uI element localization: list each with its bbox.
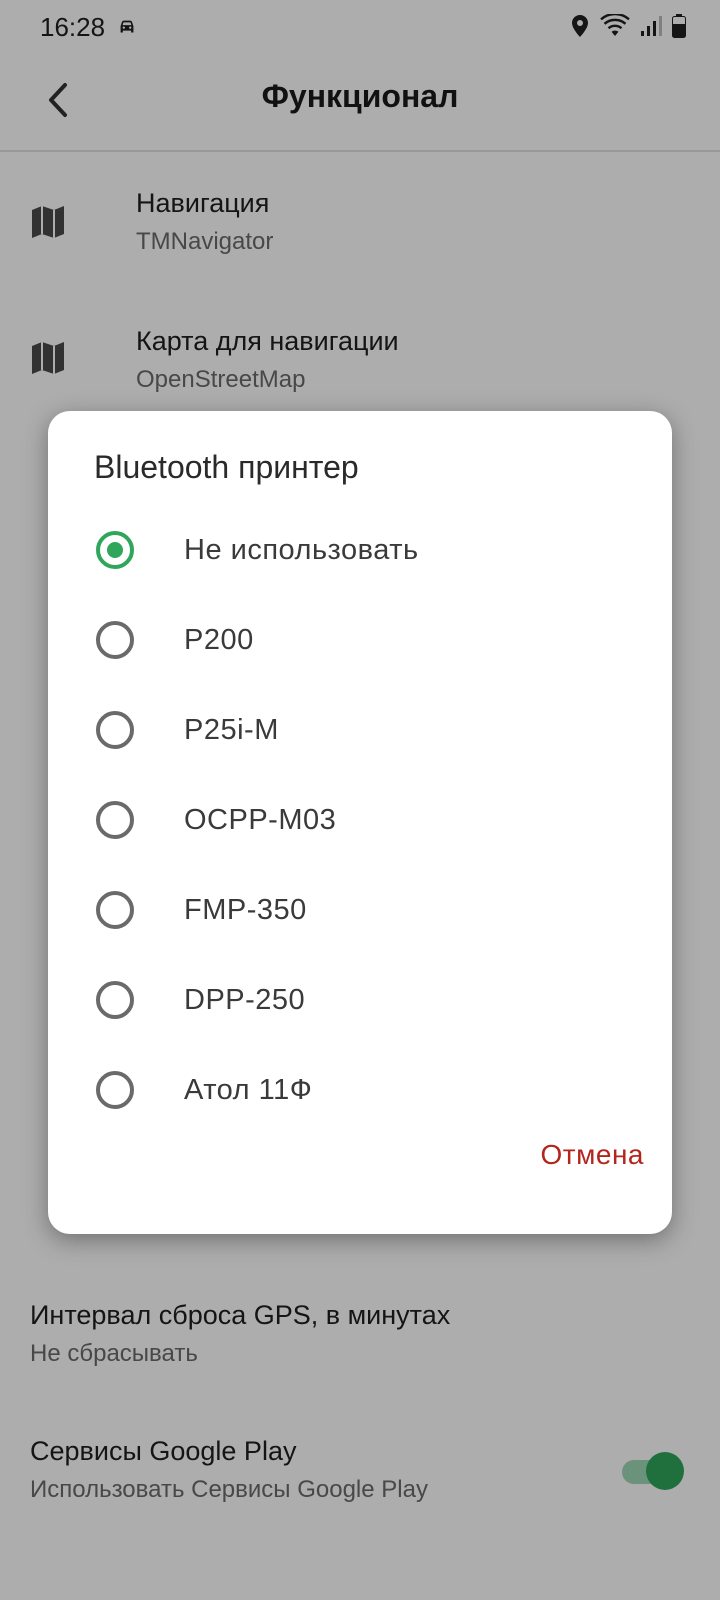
printer-option[interactable]: OCPP-M03 — [48, 776, 672, 866]
printer-option[interactable]: P25i-M — [48, 686, 672, 776]
printer-option[interactable]: FMP-350 — [48, 866, 672, 956]
radio-unchecked-icon[interactable] — [96, 1071, 134, 1109]
radio-unchecked-icon[interactable] — [96, 891, 134, 929]
radio-unchecked-icon[interactable] — [96, 621, 134, 659]
printer-option[interactable]: Не использовать — [48, 506, 672, 596]
bluetooth-printer-dialog: Bluetooth принтер Не использовать P200 P… — [48, 411, 672, 1234]
radio-unchecked-icon[interactable] — [96, 711, 134, 749]
printer-option-label: Не использовать — [184, 534, 419, 566]
printer-option-label: OCPP-M03 — [184, 804, 337, 836]
dialog-title: Bluetooth принтер — [94, 449, 359, 485]
printer-option[interactable]: DPP-250 — [48, 956, 672, 1046]
radio-unchecked-icon[interactable] — [96, 981, 134, 1019]
printer-option-label: P200 — [184, 624, 254, 656]
radio-unchecked-icon[interactable] — [96, 801, 134, 839]
printer-option-label: DPP-250 — [184, 984, 306, 1016]
printer-option-label: Атол 11Ф — [184, 1074, 313, 1106]
printer-option-label: P25i-M — [184, 714, 279, 746]
radio-checked-icon[interactable] — [96, 531, 134, 569]
printer-option[interactable]: P200 — [48, 596, 672, 686]
printer-option-label: FMP-350 — [184, 894, 307, 926]
printer-option[interactable]: Атол 11Ф — [48, 1046, 672, 1136]
cancel-button[interactable]: Отмена — [541, 1139, 644, 1171]
